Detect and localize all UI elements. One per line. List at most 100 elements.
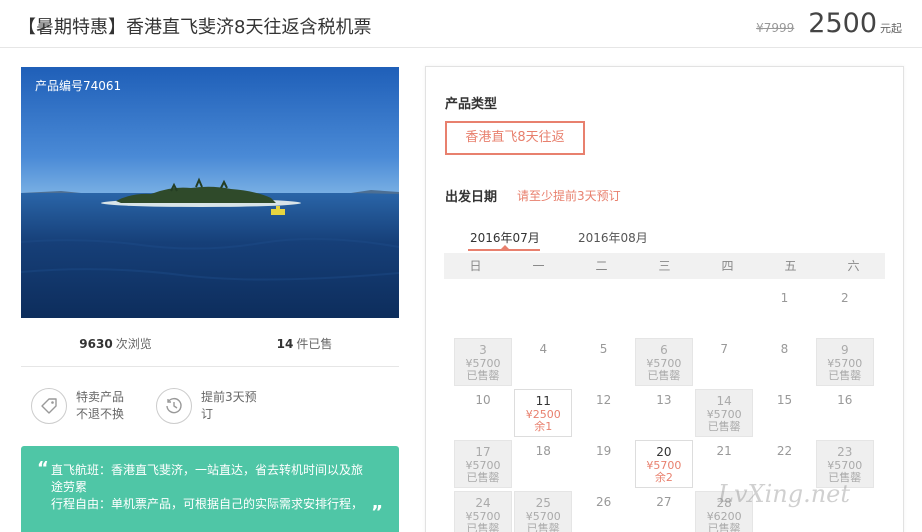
tab-month-july[interactable]: 2016年07月 [470, 229, 540, 246]
weekday: 四 [721, 259, 734, 273]
weekday: 一 [532, 259, 545, 273]
calendar-day-11[interactable]: 11 ¥2500 余1 [514, 389, 573, 437]
product-number: 产品编号74061 [35, 79, 122, 93]
day-status: 余1 [534, 420, 553, 433]
calendar-day-6: 6 ¥5700 已售罄 [634, 338, 693, 386]
calendar-day-10: 10 [454, 389, 512, 437]
product-photo[interactable]: 产品编号74061 [21, 67, 399, 318]
calendar-day-17: 17 ¥5700 已售罄 [454, 440, 512, 488]
calendar-day-7: 7 [695, 338, 753, 386]
calendar-day-20[interactable]: 20 ¥5700 余2 [634, 440, 693, 488]
day-status: 已售罄 [526, 522, 560, 532]
calendar-day-1: 1 [756, 287, 814, 335]
feature-line: 特卖产品 [76, 390, 125, 404]
calendar-day-3: 3 ¥5700 已售罄 [454, 338, 512, 386]
product-type-label: 产品类型 [445, 97, 498, 112]
views-stat: 9630 次浏览 [21, 330, 210, 358]
calendar-day-4: 4 [514, 338, 572, 386]
weekday: 二 [595, 259, 608, 273]
day-number: 6 [660, 343, 668, 357]
day-status: 已售罄 [707, 420, 741, 433]
note-line: 直飞航班：香港直飞斐济，一站直达，省去转机时间以及旅 [51, 463, 364, 477]
day-number: 13 [656, 393, 672, 407]
price-block: ¥7999 2500 元起 [756, 8, 902, 42]
feature-line: 提前3天预 [201, 390, 257, 404]
day-number: 16 [837, 393, 853, 407]
sold-count: 14 [276, 337, 294, 351]
note-line: 途劳累 [51, 480, 88, 494]
calendar-day-27: 27 [635, 491, 693, 532]
active-tab-underline [468, 249, 540, 251]
calendar-day-24: 24 ¥5700 已售罄 [454, 491, 512, 532]
tag-icon [31, 388, 67, 424]
day-number: 26 [595, 495, 612, 509]
calendar-day-16: 16 [816, 389, 874, 437]
weekday-header: 日 一 二 三 四 五 六 [444, 253, 885, 279]
calendar-day-12: 12 [575, 389, 633, 437]
calendar-day-25: 25 ¥5700 已售罄 [514, 491, 573, 532]
day-number: 2 [840, 291, 849, 305]
note-line: 行程自由：单机票产品，可根据自己的实际需求安排行程， [51, 497, 364, 511]
island-photo-image [21, 67, 399, 318]
day-status: 余2 [654, 471, 673, 484]
views-label: 次浏览 [115, 337, 152, 351]
product-stats: 9630 次浏览 14 件已售 [21, 330, 399, 358]
day-status: 已售罄 [707, 522, 741, 532]
day-number: 24 [475, 496, 491, 510]
current-price: 2500 [808, 8, 877, 39]
day-number: 11 [535, 394, 551, 408]
calendar-day-19: 19 [575, 440, 633, 488]
day-status: 已售罄 [466, 369, 500, 382]
weekday: 五 [784, 259, 797, 273]
weekday: 六 [847, 259, 860, 273]
day-number: 15 [776, 393, 793, 407]
day-number: 5 [599, 342, 608, 356]
feature-advance-booking: 提前3天预 订 [156, 388, 261, 424]
divider [21, 366, 399, 367]
calendar-day-26: 26 [575, 491, 633, 532]
day-number: 10 [475, 393, 491, 407]
page-header: 【暑期特惠】香港直飞斐济8天往返含税机票 ¥7999 2500 元起 [0, 0, 922, 48]
day-number: 27 [656, 495, 672, 509]
day-number: 18 [535, 444, 551, 458]
departure-date-label: 出发日期 [445, 190, 498, 205]
sold-label: 件已售 [296, 337, 333, 351]
booking-panel: 产品类型 香港直飞8天往返 出发日期 请至少提前3天预订 2016年07月 20… [425, 66, 904, 532]
day-number: 7 [720, 342, 728, 356]
day-status: 已售罄 [466, 471, 500, 484]
product-title: 【暑期特惠】香港直飞斐济8天往返含税机票 [18, 17, 372, 38]
close-quote-icon: ” [371, 502, 383, 523]
day-number: 12 [595, 393, 612, 407]
booking-hint: 请至少提前3天预订 [517, 189, 621, 203]
day-number: 22 [776, 444, 793, 458]
day-number: 9 [840, 343, 849, 357]
day-number: 20 [656, 445, 672, 459]
day-number: 8 [780, 342, 789, 356]
watermark: LvXing.net [718, 480, 851, 508]
day-number: 3 [479, 343, 487, 357]
feature-line: 不退不换 [76, 407, 125, 421]
tab-month-august[interactable]: 2016年08月 [578, 229, 648, 246]
weekday: 日 [469, 259, 482, 273]
calendar-day-15: 15 [756, 389, 814, 437]
original-price: ¥7999 [756, 21, 795, 35]
open-quote-icon: “ [37, 458, 49, 479]
clock-icon [156, 388, 192, 424]
feature-no-refund: 特卖产品 不退不换 [31, 388, 136, 424]
product-type-option[interactable]: 香港直飞8天往返 [445, 121, 585, 155]
weekday: 三 [658, 259, 671, 273]
highlight-note: “ 直飞航班：香港直飞斐济，一站直达，省去转机时间以及旅 途劳累 行程自由：单机… [21, 446, 399, 532]
calendar-day-18: 18 [514, 440, 572, 488]
sold-stat: 14 件已售 [210, 330, 399, 358]
day-number: 21 [716, 444, 732, 458]
calendar-day-13: 13 [635, 389, 693, 437]
feature-line: 订 [201, 407, 214, 421]
day-number: 14 [716, 394, 732, 408]
calendar-day-14: 14 ¥5700 已售罄 [695, 389, 754, 437]
day-number: 1 [780, 291, 789, 305]
day-status: 已售罄 [466, 522, 500, 532]
day-number: 25 [535, 496, 551, 510]
day-number: 17 [475, 445, 491, 459]
day-status: 已售罄 [647, 369, 681, 382]
day-number: 23 [837, 445, 853, 459]
